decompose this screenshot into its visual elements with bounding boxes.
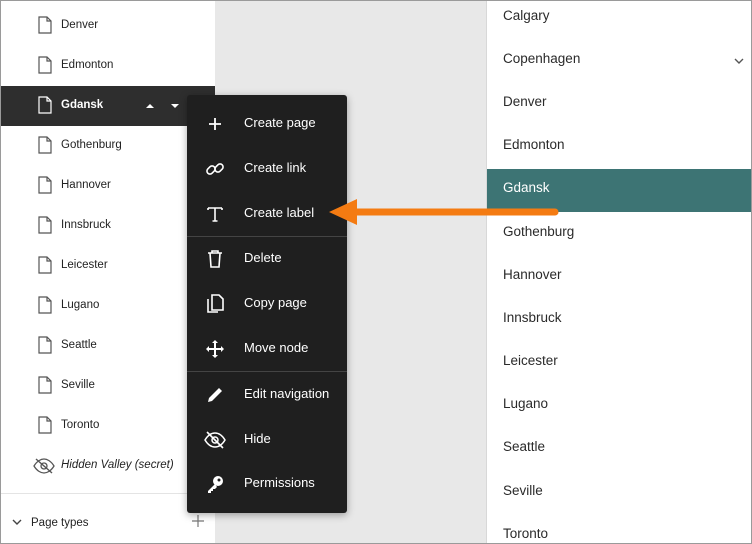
- page-icon: [38, 256, 52, 274]
- tree-item-label: Edmonton: [61, 59, 114, 71]
- page-icon: [38, 376, 52, 394]
- menu-item-label: Hide: [244, 431, 271, 446]
- list-item[interactable]: Leicester: [487, 342, 751, 385]
- page-icon: [38, 16, 52, 34]
- tree-item-label: Toronto: [61, 419, 100, 431]
- list-item[interactable]: Seville: [487, 472, 751, 515]
- list-item[interactable]: Denver: [487, 83, 751, 126]
- menu-item-label: Create link: [244, 160, 307, 175]
- trash-icon: [208, 250, 222, 268]
- list-item-label: Leicester: [503, 353, 558, 368]
- tree-item-lugano[interactable]: Lugano: [1, 286, 215, 326]
- list-item-label: Seattle: [503, 439, 546, 454]
- list-item-label: Copenhagen: [503, 51, 581, 66]
- menu-item-label: Delete: [244, 250, 282, 265]
- tree-item-label: Leicester: [61, 259, 108, 271]
- pencil-icon: [208, 388, 222, 402]
- page-types-section[interactable]: Page types: [1, 509, 215, 537]
- menu-item-label: Move node: [244, 340, 309, 355]
- page-icon: [38, 176, 52, 194]
- list-item-label: Toronto: [503, 526, 549, 541]
- navigation-list: Calgary Copenhagen Denver Edmonton Gdans…: [486, 1, 751, 543]
- text-icon: [207, 207, 223, 222]
- chevron-down-icon[interactable]: [733, 56, 745, 66]
- menu-item-edit-navigation[interactable]: Edit navigation: [187, 372, 347, 416]
- menu-item-create-page[interactable]: Create page: [187, 101, 347, 145]
- page-icon: [38, 416, 52, 434]
- list-item[interactable]: Copenhagen: [487, 40, 751, 83]
- add-page-type-icon[interactable]: [191, 514, 205, 528]
- tree-item-innsbruck[interactable]: Innsbruck: [1, 206, 215, 246]
- tree-item-seattle[interactable]: Seattle: [1, 326, 215, 366]
- list-item-label: Calgary: [503, 8, 550, 23]
- tree-item-label: Gothenburg: [61, 139, 122, 151]
- tree-item-edmonton[interactable]: Edmonton: [1, 46, 215, 86]
- key-icon: [208, 476, 223, 493]
- page-icon: [38, 96, 52, 114]
- page-icon: [38, 216, 52, 234]
- tree-item-gdansk[interactable]: Gdansk: [1, 86, 215, 126]
- tree-item-denver[interactable]: Denver: [1, 6, 215, 46]
- list-item[interactable]: Lugano: [487, 385, 751, 428]
- eye-off-icon: [204, 431, 226, 449]
- tree-item-hidden-valley[interactable]: Hidden Valley (secret): [1, 446, 215, 486]
- menu-item-hide[interactable]: Hide: [187, 417, 347, 461]
- page-icon: [38, 296, 52, 314]
- menu-item-copy-page[interactable]: Copy page: [187, 281, 347, 325]
- copy-icon: [207, 294, 224, 313]
- app-window: Denver Edmonton Gdansk Gothenburg Hannov…: [0, 0, 752, 544]
- list-item-label: Seville: [503, 483, 543, 498]
- plus-icon: [209, 118, 221, 130]
- move-up-icon[interactable]: [144, 101, 156, 111]
- list-item-label: Gdansk: [503, 180, 550, 195]
- page-icon: [38, 336, 52, 354]
- menu-item-create-label[interactable]: Create label: [187, 191, 347, 235]
- menu-item-move-node[interactable]: Move node: [187, 326, 347, 370]
- page-types-label: Page types: [31, 517, 89, 529]
- list-item[interactable]: Hannover: [487, 256, 751, 299]
- tree-item-gothenburg[interactable]: Gothenburg: [1, 126, 215, 166]
- tree-item-label: Seattle: [61, 339, 97, 351]
- list-item-label: Innsbruck: [503, 310, 562, 325]
- tree-item-label: Gdansk: [61, 99, 104, 111]
- list-item[interactable]: Calgary: [487, 1, 751, 40]
- menu-item-delete[interactable]: Delete: [187, 236, 347, 280]
- tree-item-label: Lugano: [61, 299, 100, 311]
- divider: [1, 493, 215, 494]
- move-icon: [206, 340, 224, 358]
- tree-item-seville[interactable]: Seville: [1, 366, 215, 406]
- menu-item-label: Create page: [244, 115, 316, 130]
- eye-off-icon: [33, 458, 55, 474]
- annotation-arrow: [329, 199, 559, 225]
- menu-item-label: Edit navigation: [244, 386, 330, 401]
- menu-item-permissions[interactable]: Permissions: [187, 461, 347, 505]
- chevron-down-icon[interactable]: [11, 517, 23, 527]
- list-item-label: Denver: [503, 94, 547, 109]
- list-item[interactable]: Edmonton: [487, 126, 751, 169]
- tree-item-label: Denver: [61, 19, 99, 31]
- list-item-label: Hannover: [503, 267, 562, 282]
- list-item[interactable]: Toronto: [487, 515, 751, 543]
- list-item-label: Edmonton: [503, 137, 565, 152]
- list-item[interactable]: Innsbruck: [487, 299, 751, 342]
- page-icon: [38, 56, 52, 74]
- menu-item-label: Create label: [244, 205, 315, 220]
- tree-item-label: Hidden Valley (secret): [61, 459, 174, 471]
- tree-item-leicester[interactable]: Leicester: [1, 246, 215, 286]
- menu-item-label: Copy page: [244, 295, 307, 310]
- page-icon: [38, 136, 52, 154]
- tree-item-hannover[interactable]: Hannover: [1, 166, 215, 206]
- context-menu: Create page Create link Create label Del…: [187, 95, 347, 513]
- tree-item-label: Hannover: [61, 179, 111, 191]
- link-icon: [206, 163, 224, 175]
- move-down-icon[interactable]: [169, 101, 181, 111]
- menu-item-create-link[interactable]: Create link: [187, 146, 347, 190]
- menu-item-label: Permissions: [244, 475, 315, 490]
- tree-item-toronto[interactable]: Toronto: [1, 406, 215, 446]
- list-item[interactable]: Seattle: [487, 428, 751, 471]
- page-tree: Denver Edmonton Gdansk Gothenburg Hannov…: [1, 1, 215, 543]
- tree-item-label: Seville: [61, 379, 95, 391]
- tree-item-label: Innsbruck: [61, 219, 111, 231]
- list-item-label: Lugano: [503, 396, 549, 411]
